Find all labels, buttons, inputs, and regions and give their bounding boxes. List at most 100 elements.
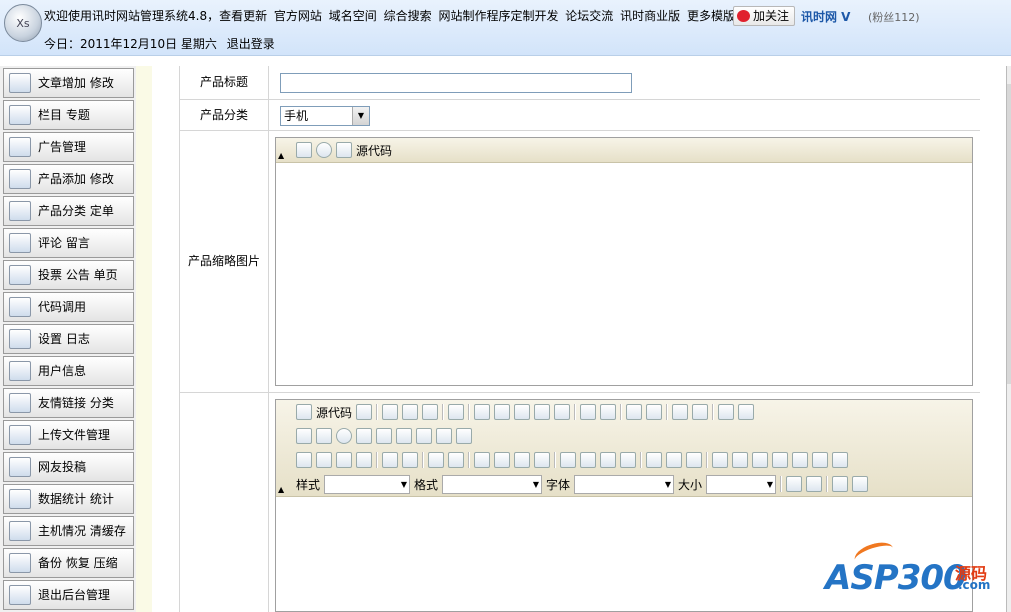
blockquote-icon[interactable] [514, 452, 530, 468]
undo-icon[interactable] [626, 404, 643, 420]
maximize-icon[interactable] [832, 476, 849, 492]
nav-more-templates[interactable]: 更多模版 [687, 9, 735, 23]
scrollbar-thumb[interactable] [1007, 84, 1011, 384]
indent-icon[interactable] [494, 452, 510, 468]
align-left-icon[interactable] [560, 452, 576, 468]
align-right-icon[interactable] [600, 452, 616, 468]
source-button[interactable]: 源代码 [316, 404, 352, 421]
category-select[interactable]: 手机 ▼ [280, 106, 370, 126]
nav-welcome[interactable]: 欢迎使用讯时网站管理系统4.8，查看更新 [44, 9, 267, 23]
page-break-icon[interactable] [832, 452, 848, 468]
redo-icon[interactable] [646, 404, 663, 420]
source-icon[interactable] [296, 404, 312, 420]
sidebar-item-submissions[interactable]: 网友投稿 [3, 452, 134, 482]
source-icon[interactable] [336, 142, 352, 158]
textfield-icon[interactable] [356, 428, 372, 444]
checkbox-icon[interactable] [316, 428, 332, 444]
flash-icon[interactable] [316, 142, 332, 158]
italic-icon[interactable] [316, 452, 332, 468]
sidebar-item-category[interactable]: 产品分类 定单 [3, 196, 134, 226]
nav-official-site[interactable]: 官方网站 [274, 9, 322, 23]
sidebar-item-column[interactable]: 栏目 专题 [3, 100, 134, 130]
sidebar-item-links[interactable]: 友情链接 分类 [3, 388, 134, 418]
print-icon[interactable] [580, 404, 597, 420]
nav-custom-dev[interactable]: 网站制作程序定制开发 [438, 9, 558, 23]
bulleted-list-icon[interactable] [448, 452, 464, 468]
spellcheck-icon[interactable] [600, 404, 617, 420]
collapse-toolbar-icon[interactable]: ▲ [278, 485, 284, 494]
nav-forum[interactable]: 论坛交流 [565, 9, 613, 23]
table-icon[interactable] [752, 452, 768, 468]
paste-text-icon[interactable] [534, 404, 551, 420]
sidebar-item-code[interactable]: 代码调用 [3, 292, 134, 322]
chevron-down-icon[interactable]: ▼ [352, 107, 369, 125]
link-icon[interactable] [646, 452, 662, 468]
textarea-icon[interactable] [376, 428, 392, 444]
size-dropdown[interactable]: ▼ [706, 474, 777, 494]
nav-search[interactable]: 综合搜索 [384, 9, 432, 23]
image-button-icon[interactable] [436, 428, 452, 444]
sidebar-item-upload[interactable]: 上传文件管理 [3, 420, 134, 450]
find-icon[interactable] [672, 404, 689, 420]
sidebar-item-comment[interactable]: 评论 留言 [3, 228, 134, 258]
save-icon[interactable] [382, 404, 399, 420]
replace-icon[interactable] [692, 404, 709, 420]
new-page-icon[interactable] [402, 404, 419, 420]
sidebar-item-exit[interactable]: 退出后台管理 [3, 580, 134, 610]
show-blocks-icon[interactable] [852, 476, 869, 492]
sidebar-item-ad[interactable]: 广告管理 [3, 132, 134, 162]
align-justify-icon[interactable] [620, 452, 636, 468]
style-dropdown[interactable]: ▼ [324, 474, 411, 494]
sidebar-item-settings[interactable]: 设置 日志 [3, 324, 134, 354]
format-dropdown[interactable]: ▼ [442, 474, 543, 494]
follow-button[interactable]: 加关注 [733, 6, 795, 26]
unlink-icon[interactable] [666, 452, 682, 468]
copy-icon[interactable] [494, 404, 511, 420]
background-color-icon[interactable] [806, 476, 823, 492]
anchor-icon[interactable] [686, 452, 702, 468]
smiley-icon[interactable] [792, 452, 808, 468]
button-field-icon[interactable] [416, 428, 432, 444]
outdent-icon[interactable] [474, 452, 490, 468]
sidebar-item-host[interactable]: 主机情况 清缓存 [3, 516, 134, 546]
print-preview-icon[interactable] [422, 404, 439, 420]
paste-icon[interactable] [514, 404, 531, 420]
preview-icon[interactable] [356, 404, 373, 420]
sidebar-item-article[interactable]: 文章增加 修改 [3, 68, 134, 98]
logout-link[interactable]: 退出登录 [227, 37, 275, 51]
sidebar-splitter[interactable] [136, 66, 152, 612]
nav-domain-hosting[interactable]: 域名空间 [329, 9, 377, 23]
nav-commercial[interactable]: 讯时商业版 [620, 9, 680, 23]
bold-icon[interactable] [296, 452, 312, 468]
form-icon[interactable] [296, 428, 312, 444]
sidebar-item-product[interactable]: 产品添加 修改 [3, 164, 134, 194]
text-color-icon[interactable] [786, 476, 803, 492]
thumb-editor-area[interactable] [276, 163, 972, 385]
hidden-field-icon[interactable] [456, 428, 472, 444]
remove-format-icon[interactable] [738, 404, 755, 420]
source-button[interactable]: 源代码 [356, 142, 392, 159]
image-icon[interactable] [712, 452, 728, 468]
sidebar-item-stats[interactable]: 数据统计 统计 [3, 484, 134, 514]
insert-image-icon[interactable] [296, 142, 312, 158]
title-input[interactable] [280, 73, 632, 93]
select-all-icon[interactable] [718, 404, 735, 420]
font-dropdown[interactable]: ▼ [574, 474, 675, 494]
sidebar-item-user[interactable]: 用户信息 [3, 356, 134, 386]
numbered-list-icon[interactable] [428, 452, 444, 468]
select-field-icon[interactable] [396, 428, 412, 444]
strikethrough-icon[interactable] [356, 452, 372, 468]
align-center-icon[interactable] [580, 452, 596, 468]
templates-icon[interactable] [448, 404, 465, 420]
radio-icon[interactable] [336, 428, 352, 444]
special-char-icon[interactable] [812, 452, 828, 468]
subscript-icon[interactable] [382, 452, 398, 468]
collapse-toolbar-icon[interactable]: ▲ [278, 151, 284, 160]
superscript-icon[interactable] [402, 452, 418, 468]
page-scrollbar[interactable] [1006, 66, 1011, 612]
sidebar-item-backup[interactable]: 备份 恢复 压缩 [3, 548, 134, 578]
paste-word-icon[interactable] [554, 404, 571, 420]
flash-icon[interactable] [732, 452, 748, 468]
brand-name[interactable]: 讯时网 V [801, 8, 850, 25]
horizontal-rule-icon[interactable] [772, 452, 788, 468]
